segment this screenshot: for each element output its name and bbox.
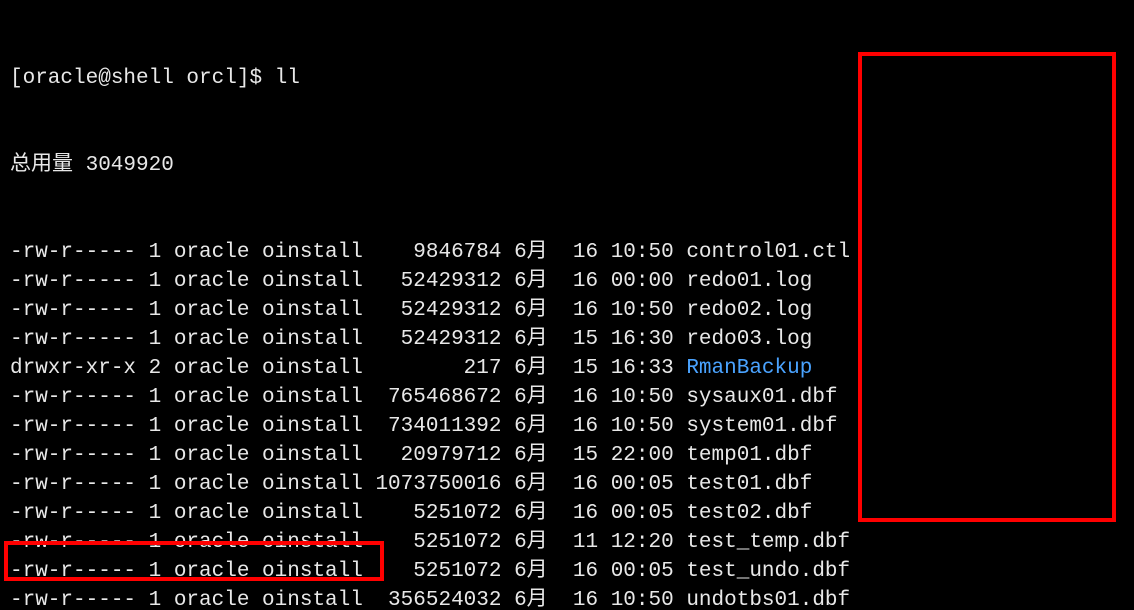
- file-row-meta: -rw-r----- 1 oracle oinstall 9846784 6月 …: [10, 241, 686, 264]
- file-row: -rw-r----- 1 oracle oinstall 52429312 6月…: [10, 325, 1124, 354]
- file-row-meta: -rw-r----- 1 oracle oinstall 734011392 6…: [10, 415, 686, 438]
- file-row: -rw-r----- 1 oracle oinstall 356524032 6…: [10, 586, 1124, 610]
- file-row-meta: -rw-r----- 1 oracle oinstall 52429312 6月…: [10, 299, 686, 322]
- file-row-meta: -rw-r----- 1 oracle oinstall 5251072 6月 …: [10, 560, 686, 583]
- file-row: -rw-r----- 1 oracle oinstall 765468672 6…: [10, 383, 1124, 412]
- file-row: -rw-r----- 1 oracle oinstall 1073750016 …: [10, 470, 1124, 499]
- file-name: control01.ctl: [686, 241, 850, 264]
- prompt: [oracle@shell orcl]$: [10, 67, 275, 90]
- file-row-meta: -rw-r----- 1 oracle oinstall 356524032 6…: [10, 589, 686, 610]
- total-line: 总用量 3049920: [10, 151, 1124, 180]
- file-row-meta: -rw-r----- 1 oracle oinstall 52429312 6月…: [10, 328, 686, 351]
- file-name: redo02.log: [686, 299, 812, 322]
- file-name: test_temp.dbf: [686, 531, 850, 554]
- file-name: sysaux01.dbf: [686, 386, 837, 409]
- file-row: drwxr-xr-x 2 oracle oinstall 217 6月 15 1…: [10, 354, 1124, 383]
- file-row-meta: -rw-r----- 1 oracle oinstall 20979712 6月…: [10, 444, 686, 467]
- file-row: -rw-r----- 1 oracle oinstall 9846784 6月 …: [10, 238, 1124, 267]
- file-row-meta: -rw-r----- 1 oracle oinstall 52429312 6月…: [10, 270, 686, 293]
- file-name: test02.dbf: [686, 502, 812, 525]
- terminal[interactable]: [oracle@shell orcl]$ ll 总用量 3049920 -rw-…: [0, 0, 1134, 610]
- file-row-meta: -rw-r----- 1 oracle oinstall 1073750016 …: [10, 473, 686, 496]
- file-row: -rw-r----- 1 oracle oinstall 52429312 6月…: [10, 267, 1124, 296]
- file-row: -rw-r----- 1 oracle oinstall 20979712 6月…: [10, 441, 1124, 470]
- file-name: RmanBackup: [686, 357, 812, 380]
- file-row-meta: -rw-r----- 1 oracle oinstall 5251072 6月 …: [10, 531, 686, 554]
- file-name: redo03.log: [686, 328, 812, 351]
- file-row: -rw-r----- 1 oracle oinstall 52429312 6月…: [10, 296, 1124, 325]
- file-row-meta: -rw-r----- 1 oracle oinstall 765468672 6…: [10, 386, 686, 409]
- file-name: redo01.log: [686, 270, 812, 293]
- file-name: temp01.dbf: [686, 444, 812, 467]
- file-row-meta: -rw-r----- 1 oracle oinstall 5251072 6月 …: [10, 502, 686, 525]
- file-name: undotbs01.dbf: [686, 589, 850, 610]
- file-row: -rw-r----- 1 oracle oinstall 5251072 6月 …: [10, 557, 1124, 586]
- file-name: test01.dbf: [686, 473, 812, 496]
- command-entered: ll: [275, 67, 300, 90]
- prompt-line-1: [oracle@shell orcl]$ ll: [10, 64, 1124, 93]
- file-row-meta: drwxr-xr-x 2 oracle oinstall 217 6月 15 1…: [10, 357, 686, 380]
- file-row: -rw-r----- 1 oracle oinstall 734011392 6…: [10, 412, 1124, 441]
- file-name: test_undo.dbf: [686, 560, 850, 583]
- file-name: system01.dbf: [686, 415, 837, 438]
- file-row: -rw-r----- 1 oracle oinstall 5251072 6月 …: [10, 528, 1124, 557]
- file-row: -rw-r----- 1 oracle oinstall 5251072 6月 …: [10, 499, 1124, 528]
